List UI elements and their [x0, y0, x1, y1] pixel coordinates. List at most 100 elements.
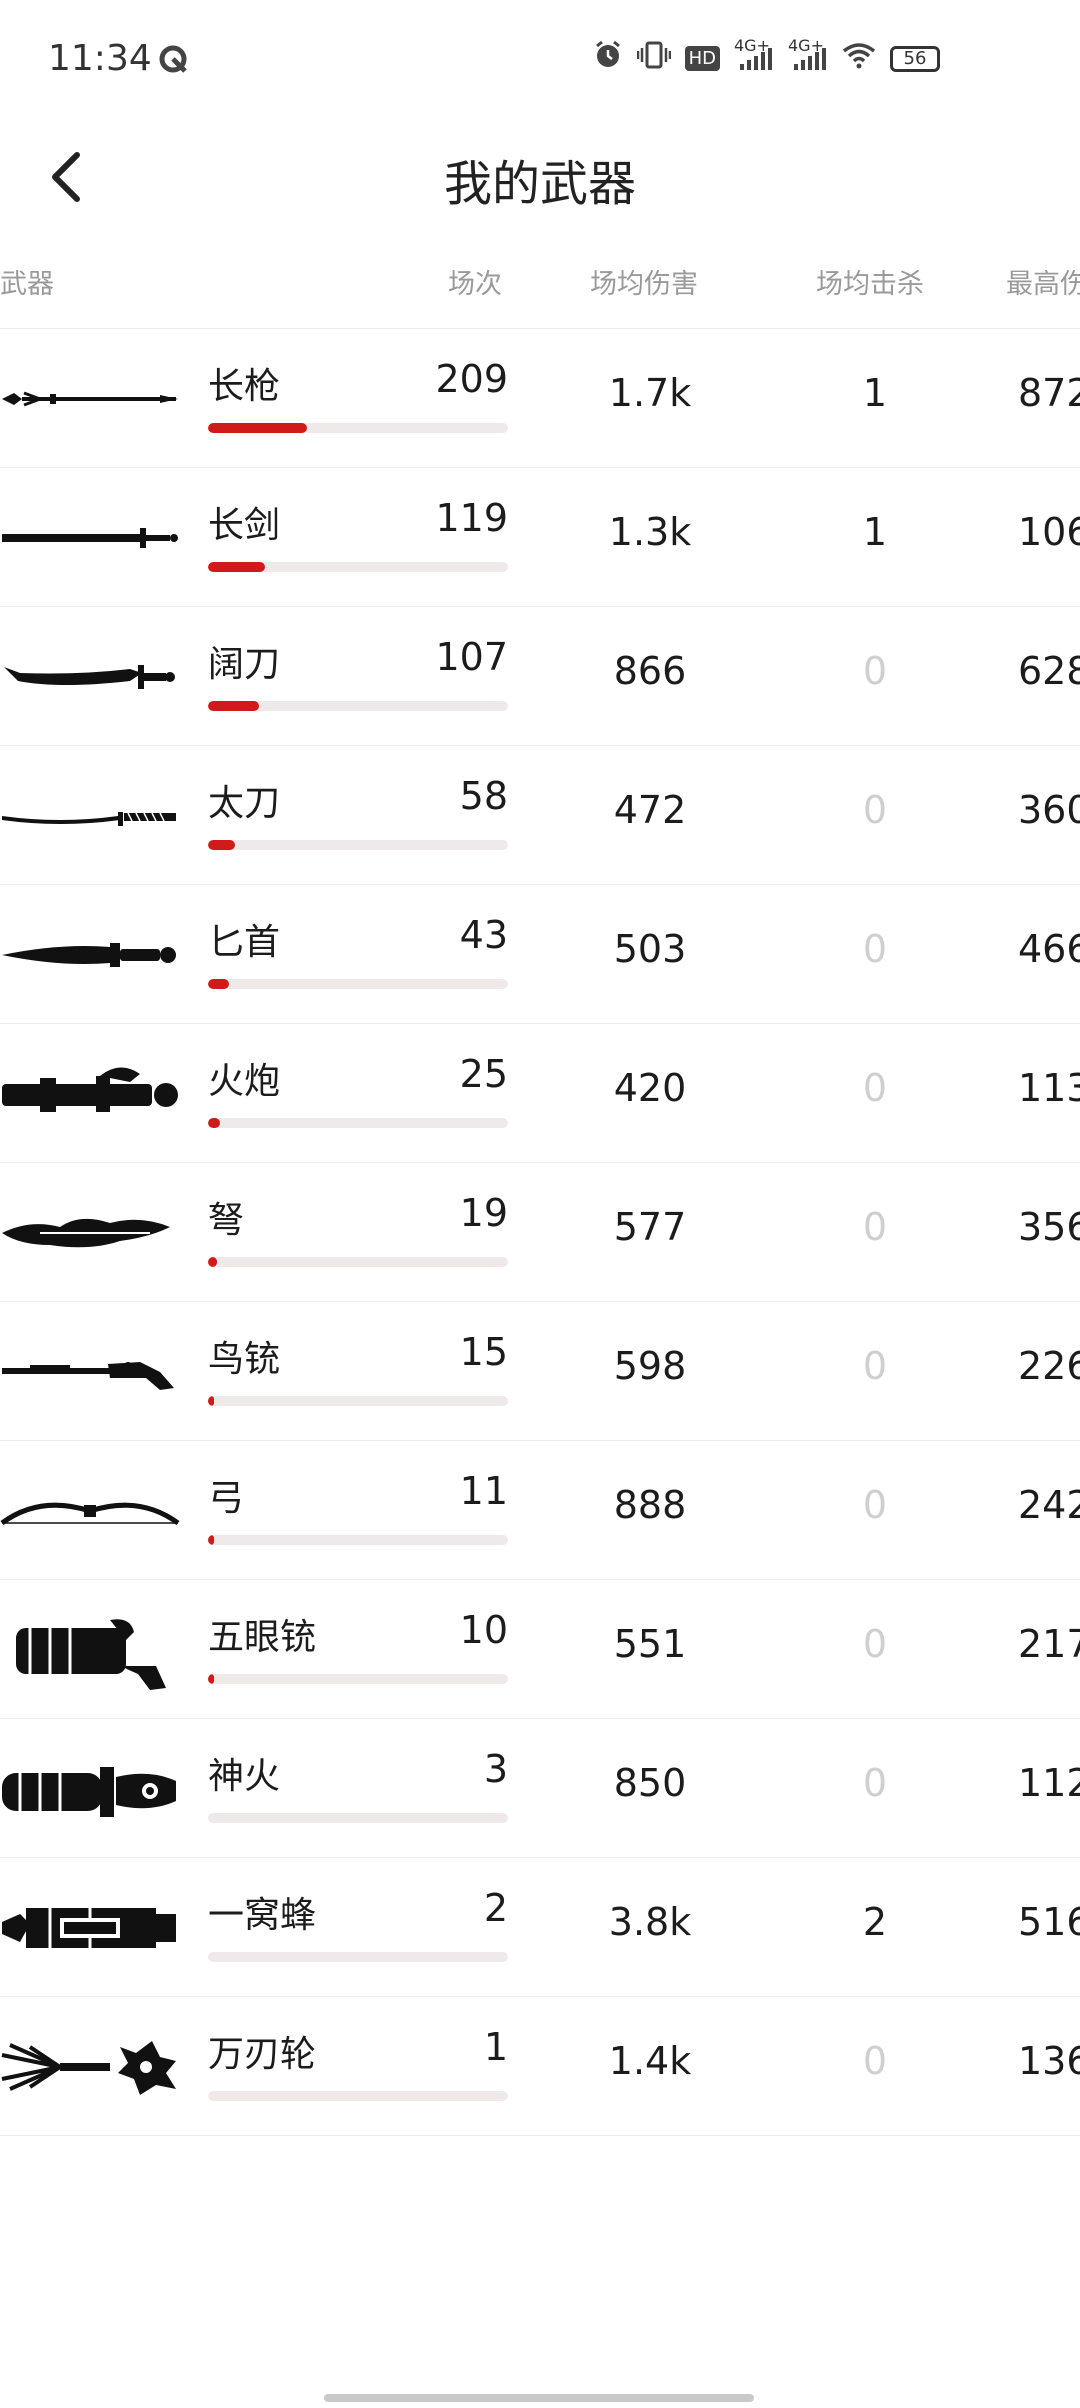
katana-icon: [2, 812, 176, 826]
blade-wheel-icon: [1, 2041, 176, 2095]
weapon-avg-damage: 551: [613, 1622, 687, 1666]
usage-bar-fill: [208, 423, 307, 433]
weapon-table: 长枪 209 1.7k 1 872 长剑 119 1.3k 1 106 阔刀 107 866 0 628 太刀…: [0, 328, 1080, 2136]
weapon-max-damage: 872: [1018, 371, 1080, 415]
weapon-name: 鸟铳: [208, 1339, 281, 1380]
usage-bar: [208, 1257, 508, 1267]
col-header-avg-kills[interactable]: 场均击杀: [816, 262, 924, 308]
rocket-launcher-icon: [2, 1908, 176, 1948]
usage-bar-fill: [208, 1674, 214, 1684]
weapon-matches: 15: [459, 1330, 508, 1374]
weapon-avg-kills: 1: [862, 510, 888, 554]
weapon-avg-kills: 2: [862, 1900, 888, 1944]
weapon-matches: 119: [435, 496, 508, 540]
vibrate-icon: [636, 40, 671, 77]
weapon-name: 阔刀: [208, 644, 281, 685]
weapon-row[interactable]: 神火 3 850 0 112: [0, 1718, 1080, 1857]
broadblade-icon: [4, 665, 175, 689]
weapon-avg-kills: 0: [862, 1066, 888, 1110]
weapon-matches: 11: [459, 1469, 508, 1513]
weapon-avg-damage: 888: [613, 1483, 687, 1527]
col-header-avg-damage[interactable]: 场均伤害: [590, 262, 698, 308]
weapon-matches: 43: [459, 913, 508, 957]
weapon-max-damage: 356: [1018, 1205, 1080, 1249]
weapon-row[interactable]: 火炮 25 420 0 113: [0, 1023, 1080, 1162]
usage-bar: [208, 840, 508, 850]
weapon-matches: 107: [435, 635, 508, 679]
weapon-row[interactable]: 鸟铳 15 598 0 226: [0, 1301, 1080, 1440]
usage-bar: [208, 1952, 508, 1962]
weapon-name: 万刃轮: [208, 2034, 317, 2075]
weapon-max-damage: 113: [1018, 1066, 1080, 1110]
weapon-name: 长剑: [208, 505, 281, 546]
usage-bar-fill: [208, 701, 259, 711]
col-header-matches[interactable]: 场次: [448, 262, 502, 308]
weapon-avg-kills: 0: [862, 1761, 888, 1805]
usage-bar: [208, 979, 508, 989]
weapon-avg-kills: 0: [862, 1344, 888, 1388]
wifi-icon: [842, 41, 876, 76]
usage-bar-fill: [208, 1535, 214, 1545]
weapon-row[interactable]: 阔刀 107 866 0 628: [0, 606, 1080, 745]
weapon-name: 长枪: [208, 366, 281, 407]
signal-4g-icon: 4G+: [734, 36, 774, 76]
weapon-avg-damage: 3.8k: [608, 1900, 692, 1944]
weapon-max-damage: 136: [1018, 2039, 1080, 2083]
weapon-avg-damage: 472: [613, 788, 687, 832]
fire-lance-icon: [2, 1767, 176, 1817]
usage-bar-fill: [208, 1396, 214, 1406]
musket-icon: [2, 1362, 174, 1390]
weapon-row[interactable]: 弓 11 888 0 242: [0, 1440, 1080, 1579]
usage-bar: [208, 1674, 508, 1684]
weapon-avg-damage: 420: [613, 1066, 687, 1110]
weapon-name: 神火: [208, 1756, 281, 1797]
usage-bar-fill: [208, 562, 265, 572]
weapon-row[interactable]: 一窝蜂 2 3.8k 2 516: [0, 1857, 1080, 1996]
weapon-name: 一窝蜂: [208, 1895, 317, 1936]
alarm-icon: [593, 40, 623, 77]
weapon-avg-damage: 1.7k: [608, 371, 692, 415]
weapon-matches: 10: [459, 1608, 508, 1652]
hd-icon: HD: [684, 46, 720, 71]
status-icons: HD 4G+ 4G+ 56: [593, 36, 940, 77]
weapon-row[interactable]: 五眼铳 10 551 0 217: [0, 1579, 1080, 1718]
dagger-icon: [2, 943, 176, 967]
usage-bar: [208, 1396, 508, 1406]
usage-bar: [208, 1535, 508, 1545]
home-indicator[interactable]: [324, 2394, 754, 2402]
weapon-row[interactable]: 匕首 43 503 0 466: [0, 884, 1080, 1023]
status-bar: 11:34 HD 4G+ 4G+ 56: [0, 0, 1080, 124]
weapon-avg-kills: 0: [862, 927, 888, 971]
col-header-max[interactable]: 最高伤: [1006, 262, 1080, 308]
weapon-name: 五眼铳: [208, 1617, 317, 1658]
weapon-row[interactable]: 太刀 58 472 0 360: [0, 745, 1080, 884]
usage-bar: [208, 562, 508, 572]
signal-4g-icon-2: 4G+: [788, 36, 828, 76]
weapon-name: 匕首: [208, 922, 281, 963]
weapon-matches: 1: [483, 2025, 508, 2069]
usage-bar-fill: [208, 840, 235, 850]
app-header: 我的武器: [0, 124, 1080, 228]
weapon-max-damage: 628: [1018, 649, 1080, 693]
weapon-avg-kills: 0: [862, 1483, 888, 1527]
weapon-row[interactable]: 长枪 209 1.7k 1 872: [0, 328, 1080, 467]
weapon-avg-kills: 0: [862, 788, 888, 832]
weapon-matches: 25: [459, 1052, 508, 1096]
status-time: 11:34: [48, 38, 152, 79]
usage-bar: [208, 2091, 508, 2101]
weapon-avg-damage: 1.3k: [608, 510, 692, 554]
weapon-avg-kills: 0: [862, 1622, 888, 1666]
weapon-name: 太刀: [208, 783, 281, 824]
weapon-row[interactable]: 长剑 119 1.3k 1 106: [0, 467, 1080, 606]
weapon-max-damage: 242: [1018, 1483, 1080, 1527]
weapon-matches: 209: [435, 357, 508, 401]
spear-icon: [2, 391, 178, 407]
weapon-matches: 3: [483, 1747, 508, 1791]
weapon-max-damage: 106: [1018, 510, 1080, 554]
weapon-avg-damage: 598: [613, 1344, 687, 1388]
weapon-max-damage: 360: [1018, 788, 1080, 832]
longsword-icon: [2, 528, 178, 548]
weapon-row[interactable]: 万刃轮 1 1.4k 0 136: [0, 1996, 1080, 2136]
weapon-row[interactable]: 弩 19 577 0 356: [0, 1162, 1080, 1301]
usage-bar: [208, 701, 508, 711]
